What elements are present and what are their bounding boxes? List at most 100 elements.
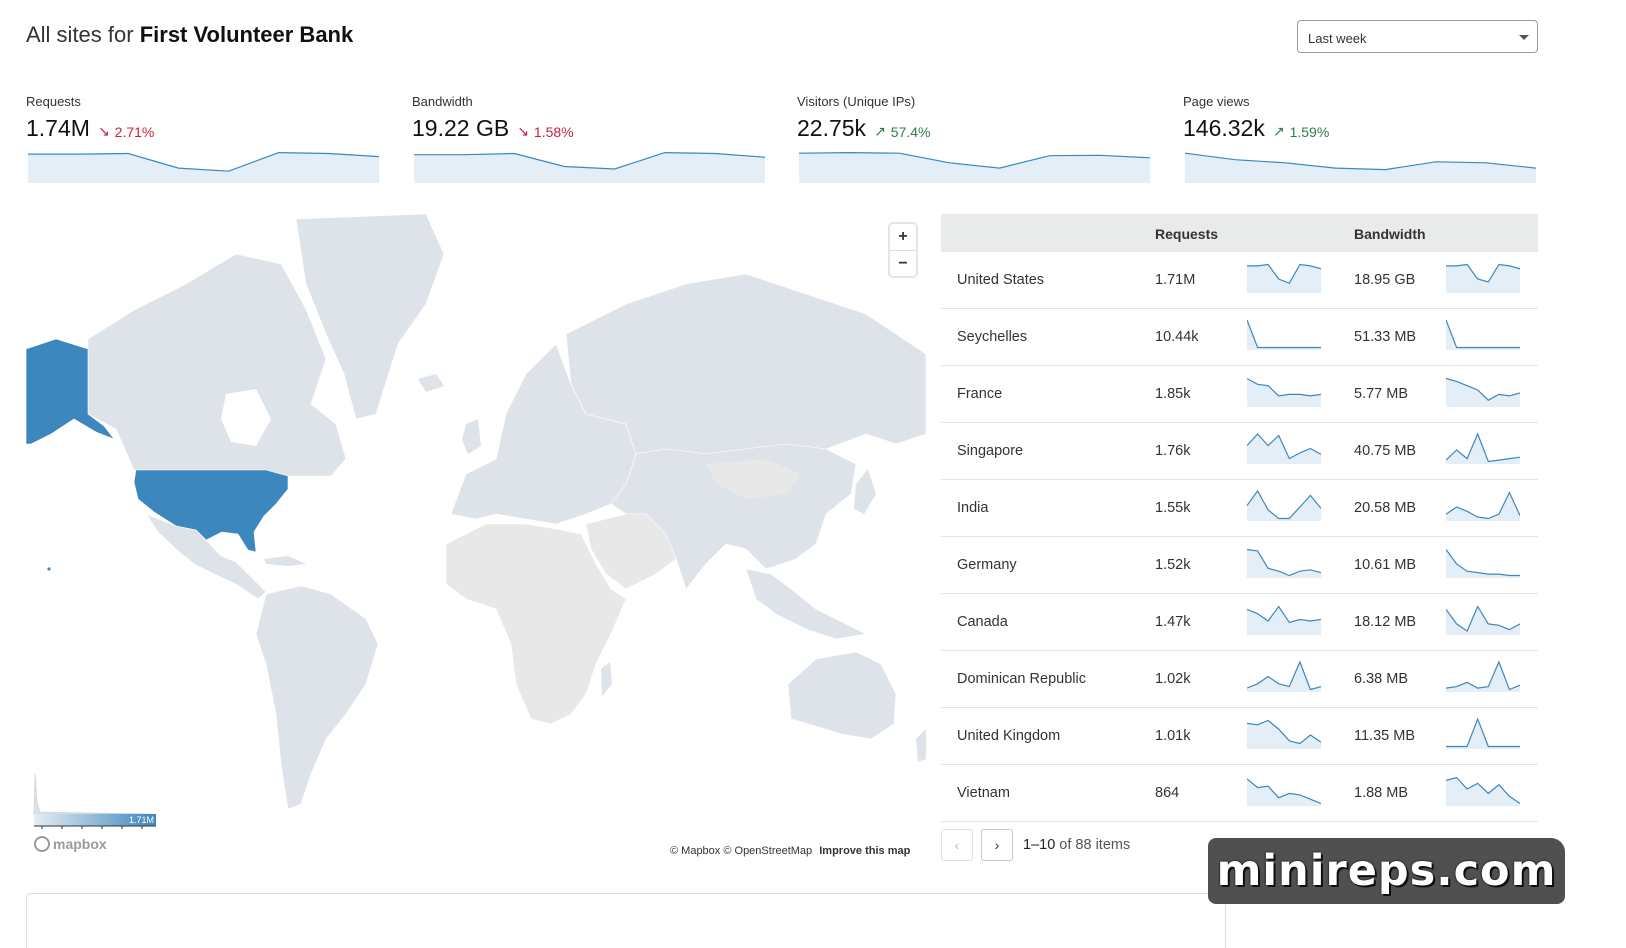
country-requests: 10.44k — [1155, 329, 1199, 345]
improve-map-link[interactable]: Improve this map — [819, 845, 910, 857]
sparkline-area — [1446, 606, 1520, 635]
table-row[interactable]: Dominican Republic 1.02k 6.38 MB — [941, 651, 1538, 708]
map-region-greenland[interactable] — [295, 214, 445, 420]
map-region-japan[interactable] — [854, 469, 876, 514]
metric-change-value: 2.71% — [114, 123, 155, 140]
country-name: United Kingdom — [957, 728, 1061, 744]
sparkline-line — [1446, 319, 1520, 349]
country-bandwidth: 51.33 MB — [1354, 329, 1417, 345]
header-bandwidth[interactable]: Bandwidth — [1354, 226, 1426, 242]
bandwidth-sparkline — [1446, 319, 1520, 350]
map-region-southeast-asia[interactable] — [745, 568, 867, 640]
country-requests: 1.02k — [1155, 671, 1191, 687]
sparkline-line — [1247, 319, 1321, 349]
map-region-new-zealand[interactable] — [916, 729, 926, 762]
bandwidth-sparkline — [1446, 491, 1520, 521]
metric-page-views: Page views 146.32k ↗ 1.59% — [1183, 94, 1538, 186]
sparkline-line — [1446, 660, 1520, 691]
pagination: ‹ › 1–10 of 88 items — [941, 829, 1130, 861]
sparkline-area — [1446, 777, 1520, 806]
map-region-hawaii[interactable] — [47, 567, 51, 571]
country-bandwidth: 6.38 MB — [1354, 671, 1408, 687]
metric-change-value: 57.4% — [890, 123, 931, 140]
zoom-in-button[interactable]: + — [890, 224, 916, 250]
country-requests: 1.01k — [1155, 728, 1191, 744]
metric-sparkline — [799, 151, 1150, 183]
account-name: First Volunteer Bank — [139, 22, 354, 47]
chevron-left-icon: ‹ — [954, 837, 960, 853]
sparkline-area — [1446, 378, 1520, 407]
prev-page-button[interactable]: ‹ — [941, 829, 973, 861]
zoom-out-button[interactable]: − — [890, 250, 916, 276]
map-zoom-control: + − — [890, 224, 916, 276]
table-row[interactable]: France 1.85k 5.77 MB — [941, 366, 1538, 423]
arrow-up-right-icon: ↗ — [874, 123, 886, 139]
table-row[interactable]: Germany 1.52k 10.61 MB — [941, 537, 1538, 594]
arrow-down-right-icon: ↘ — [517, 123, 529, 139]
sparkline-area — [1247, 778, 1321, 806]
requests-sparkline — [1247, 719, 1321, 749]
table-row[interactable]: United Kingdom 1.01k 11.35 MB — [941, 708, 1538, 765]
pagination-info: 1–10 of 88 items — [1023, 837, 1130, 853]
world-map-canvas[interactable] — [26, 214, 926, 864]
world-map[interactable] — [26, 214, 926, 864]
requests-sparkline — [1247, 605, 1321, 635]
sparkline-area — [799, 152, 1150, 183]
map-region-caribbean[interactable] — [264, 556, 306, 566]
requests-sparkline — [1247, 548, 1321, 578]
mapbox-logo-text: mapbox — [53, 836, 107, 852]
country-bandwidth: 10.61 MB — [1354, 557, 1417, 573]
metric-sparkline — [1185, 152, 1536, 183]
map-legend-graphic: 1.71M — [33, 773, 156, 829]
bandwidth-sparkline — [1446, 549, 1520, 578]
bandwidth-sparkline — [1446, 717, 1520, 749]
map-attribution: © Mapbox © OpenStreetMap Improve this ma… — [670, 845, 910, 857]
metric-sparkline — [28, 151, 379, 183]
metric-label: Visitors (Unique IPs) — [797, 94, 916, 109]
map-region-australia[interactable] — [787, 651, 897, 740]
country-bandwidth: 20.58 MB — [1354, 500, 1417, 516]
pagination-total: of 88 items — [1059, 837, 1131, 853]
attribution-text[interactable]: © Mapbox © OpenStreetMap — [670, 845, 812, 857]
table-row[interactable]: Canada 1.47k 18.12 MB — [941, 594, 1538, 651]
map-region-iceland[interactable] — [418, 374, 444, 392]
next-page-button[interactable]: › — [981, 829, 1013, 861]
bandwidth-sparkline — [1446, 605, 1520, 635]
arrow-up-right-icon: ↗ — [1272, 123, 1285, 139]
sparkline-area — [1446, 320, 1520, 350]
pagination-range: 1–10 — [1023, 837, 1056, 853]
table-row[interactable]: India 1.55k 20.58 MB — [941, 480, 1538, 537]
map-legend: 1.71M — [32, 772, 158, 830]
requests-sparkline — [1247, 433, 1321, 464]
country-bandwidth: 5.77 MB — [1354, 386, 1408, 402]
country-requests: 864 — [1155, 785, 1180, 801]
header-requests[interactable]: Requests — [1155, 226, 1218, 242]
table-row[interactable]: Vietnam 864 1.88 MB — [941, 765, 1538, 822]
bandwidth-sparkline — [1446, 660, 1520, 692]
table-row[interactable]: Singapore 1.76k 40.75 MB — [941, 423, 1538, 480]
country-requests: 1.47k — [1155, 614, 1191, 630]
date-range-select[interactable]: Last week — [1297, 20, 1538, 53]
country-requests: 1.85k — [1155, 386, 1191, 402]
country-name: Germany — [957, 557, 1017, 573]
requests-sparkline — [1247, 489, 1321, 521]
map-region-madagascar[interactable] — [601, 662, 612, 696]
table-row[interactable]: United States 1.71M 18.95 GB — [941, 252, 1538, 309]
map-region-united-states[interactable] — [133, 469, 289, 553]
map-region-south-america[interactable] — [255, 585, 379, 810]
mapbox-logo[interactable]: mapbox — [34, 836, 107, 852]
map-region-united-kingdom[interactable] — [462, 419, 481, 454]
country-name: Canada — [957, 614, 1008, 630]
table-row[interactable]: Seychelles 10.44k 51.33 MB — [941, 309, 1538, 366]
metric-change: ↘ 2.71% — [98, 123, 154, 140]
metric-value: 22.75k — [797, 115, 867, 141]
metric-label: Bandwidth — [412, 94, 473, 109]
metric-requests: Requests 1.74M ↘ 2.71% — [26, 94, 381, 186]
country-requests: 1.52k — [1155, 557, 1191, 573]
table-header: Requests Bandwidth — [941, 214, 1538, 252]
bandwidth-sparkline — [1446, 263, 1520, 293]
country-bandwidth: 18.95 GB — [1354, 272, 1416, 288]
country-table: Requests Bandwidth United States 1.71M 1… — [941, 214, 1538, 822]
metric-value: 19.22 GB — [412, 115, 510, 141]
requests-sparkline — [1247, 660, 1321, 692]
